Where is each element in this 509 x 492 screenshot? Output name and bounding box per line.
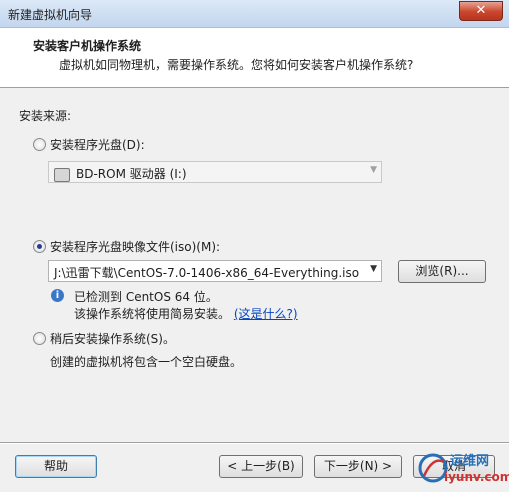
wizard-header: 安装客户机操作系统 虚拟机如同物理机，需要操作系统。您将如何安装客户机操作系统? [0, 28, 509, 88]
info-icon: i [51, 289, 64, 302]
easy-install-label: 该操作系统将使用简易安装。 [74, 307, 231, 321]
footer-divider [0, 442, 509, 444]
install-later-description: 创建的虚拟机将包含一个空白硬盘。 [50, 355, 243, 369]
browse-button[interactable]: 浏览(R)... [398, 260, 486, 283]
what-is-this-link[interactable]: (这是什么?) [234, 307, 298, 321]
close-button[interactable]: ✕ [459, 1, 503, 21]
site-watermark: 运维网 iyunv.com [418, 448, 509, 488]
optical-drive-icon [54, 167, 70, 182]
radio-install-iso-label[interactable]: 安装程序光盘映像文件(iso)(M): [50, 238, 220, 255]
iso-path-value[interactable]: J:\迅雷下载\CentOS-7.0-1406-x86_64-Everythin… [54, 264, 359, 281]
watermark-domain: iyunv.com [444, 470, 509, 484]
radio-install-iso[interactable] [33, 240, 46, 253]
install-source-label: 安装来源: [19, 109, 72, 123]
detected-os-text: 已检测到 CentOS 64 位。 [74, 290, 218, 304]
window-title: 新建虚拟机向导 [8, 8, 93, 22]
easy-install-text: 该操作系统将使用简易安装。 (这是什么?) [74, 305, 298, 322]
radio-install-later-label[interactable]: 稍后安装操作系统(S)。 [50, 330, 175, 347]
radio-install-disc[interactable] [33, 138, 46, 151]
page-title: 安装客户机操作系统 [33, 39, 142, 53]
disc-drive-select[interactable]: BD-ROM 驱动器 (I:) ▼ [48, 161, 382, 183]
radio-install-later[interactable] [33, 332, 46, 345]
help-button[interactable]: 帮助 [15, 455, 97, 478]
disc-drive-value: BD-ROM 驱动器 (I:) [76, 167, 187, 181]
iso-path-combobox[interactable]: J:\迅雷下载\CentOS-7.0-1406-x86_64-Everythin… [48, 260, 382, 282]
watermark-text: 运维网 [450, 454, 490, 469]
chevron-down-icon: ▼ [370, 165, 377, 175]
title-bar: 新建虚拟机向导 ✕ [0, 0, 509, 28]
radio-install-disc-label[interactable]: 安装程序光盘(D): [50, 136, 145, 153]
next-button[interactable]: 下一步(N) > [314, 455, 402, 478]
back-button[interactable]: < 上一步(B) [219, 455, 303, 478]
chevron-down-icon[interactable]: ▼ [370, 264, 377, 274]
close-icon: ✕ [475, 3, 487, 18]
page-subtitle: 虚拟机如同物理机，需要操作系统。您将如何安装客户机操作系统? [59, 58, 414, 72]
